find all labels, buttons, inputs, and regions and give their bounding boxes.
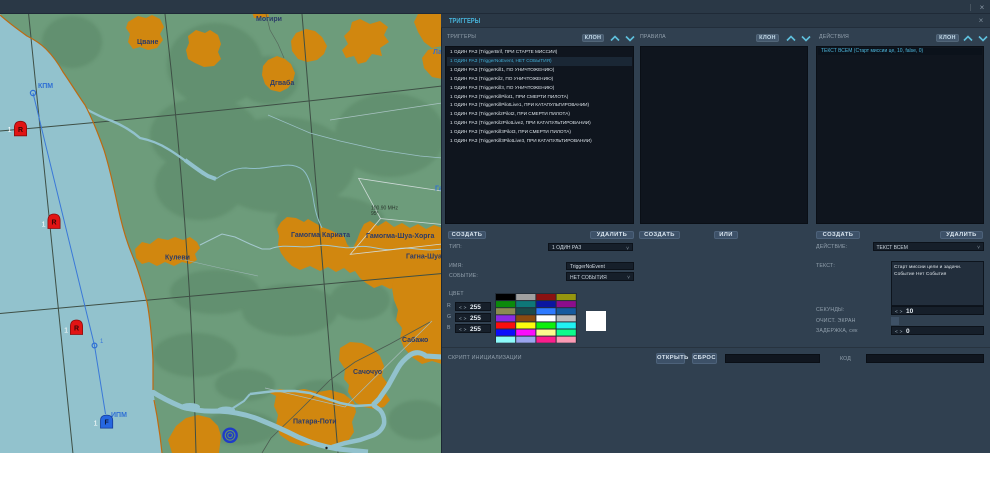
svg-text:1: 1 <box>8 125 12 134</box>
svg-text:R: R <box>18 127 23 134</box>
svg-text:Патара-Поти: Патара-Поти <box>293 419 337 426</box>
svg-text:Дгваба: Дгваба <box>270 79 294 87</box>
svg-text:Гагна-Шуа: Гагна-Шуа <box>406 254 441 261</box>
svg-text:Цване: Цване <box>137 39 158 46</box>
svg-text:1: 1 <box>64 326 68 335</box>
svg-text:КПМ: КПМ <box>38 83 53 90</box>
svg-text:1: 1 <box>94 419 98 428</box>
svg-text:Могири: Могири <box>256 16 282 23</box>
svg-text:ИПМ: ИПМ <box>111 412 127 419</box>
svg-text:Сабажо: Сабажо <box>402 336 428 344</box>
svg-text:Сачочуо: Сачочуо <box>353 369 382 376</box>
svg-text:F: F <box>104 420 109 427</box>
svg-text:1: 1 <box>42 220 46 229</box>
svg-text:R: R <box>74 326 79 333</box>
svg-text:Кулеви: Кулеви <box>165 255 190 262</box>
svg-text:Ла: Ла <box>433 49 441 56</box>
svg-text:Гамогма Кариата: Гамогма Кариата <box>291 232 350 239</box>
svg-text:Гамогма-Шуа-Хорга: Гамогма-Шуа-Хорга <box>366 233 434 240</box>
svg-text:Га: Га <box>435 186 441 193</box>
svg-text:95°: 95° <box>371 211 379 217</box>
svg-text:R: R <box>51 220 56 227</box>
